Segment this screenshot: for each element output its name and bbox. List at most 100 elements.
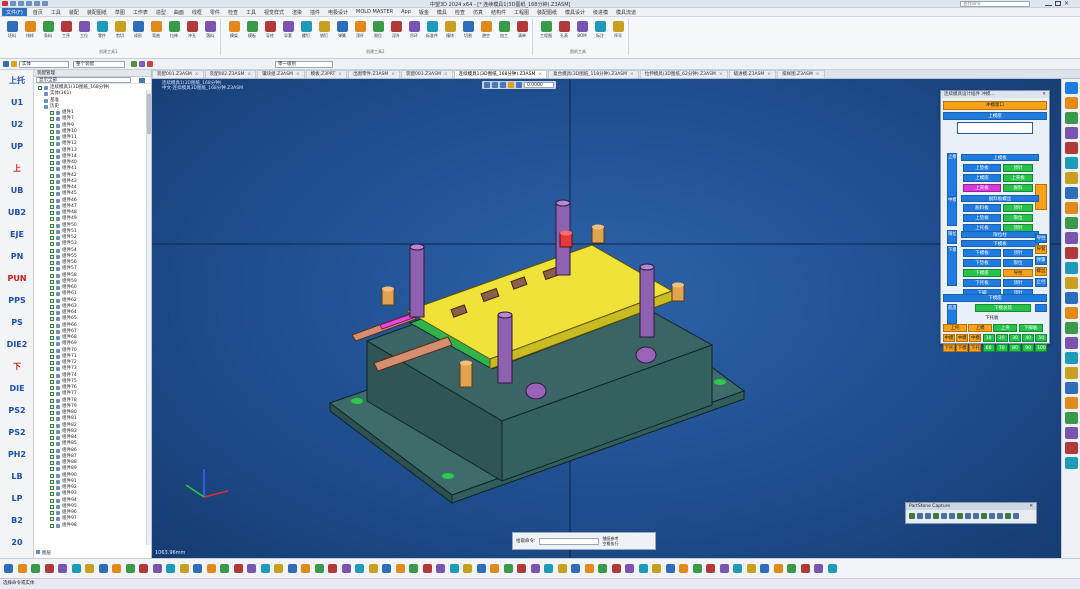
side-button[interactable]: 导套 (1035, 245, 1047, 254)
tree-footer[interactable]: 图层 (36, 550, 51, 556)
right-tool-icon[interactable] (1065, 457, 1078, 469)
capture-tool-icon[interactable] (933, 513, 939, 519)
visibility-checkbox[interactable] (50, 186, 54, 191)
bottom-tool-icon[interactable] (17, 564, 27, 573)
pick-icon[interactable] (131, 61, 137, 67)
menu-item-8[interactable]: 曲面 (174, 9, 184, 16)
middle-row-button[interactable]: 脱料板螺丝 (961, 195, 1039, 202)
visibility-checkbox[interactable] (50, 504, 54, 509)
grid-button[interactable]: 下托 (969, 344, 982, 352)
mold-shortcut-2[interactable]: U2 (2, 116, 32, 133)
bottom-tool-icon[interactable] (800, 564, 810, 573)
visibility-checkbox[interactable] (50, 229, 54, 234)
visibility-checkbox[interactable] (50, 261, 54, 266)
visibility-checkbox[interactable] (50, 354, 54, 359)
visibility-checkbox[interactable] (50, 448, 54, 453)
visibility-checkbox[interactable] (50, 236, 54, 241)
capture-tool-icon[interactable] (957, 513, 963, 519)
document-tab-4[interactable]: 出图零件.Z3ASM × (348, 70, 401, 78)
bottom-tool-icon[interactable] (274, 564, 283, 573)
guide-post[interactable] (497, 311, 513, 384)
ribbon-button-0-6[interactable]: 剪切 (112, 21, 128, 39)
lower-base-button[interactable]: 下模座 (943, 294, 1047, 302)
ribbon-button-1-16[interactable]: 清单 (514, 21, 530, 39)
upper-button[interactable]: 顶针 (1003, 164, 1033, 172)
ribbon-button-0-4[interactable]: 工位 (76, 21, 92, 39)
ribbon-button-2-1[interactable]: 孔表 (556, 21, 572, 39)
menu-item-26[interactable]: 模具设计 (565, 9, 585, 16)
side-button[interactable]: 螺丝 (1035, 267, 1047, 276)
open-file-icon[interactable] (18, 1, 24, 6)
bottom-tool-icon[interactable] (638, 564, 648, 573)
visibility-checkbox[interactable] (50, 511, 54, 516)
bottom-tool-icon[interactable] (706, 564, 715, 573)
3d-viewport[interactable]: 连续模具1(3D图纸_168分钟) 中文-连续模具3D图纸_168分钟.Z3AS… (152, 79, 1061, 558)
capture-tool-icon[interactable] (965, 513, 971, 519)
tree-filter-icon[interactable] (139, 77, 145, 83)
ribbon-button-1-4[interactable]: 螺钉 (298, 21, 314, 39)
tab-close-icon[interactable]: × (444, 72, 448, 77)
bottom-tool-icon[interactable] (773, 564, 783, 573)
lower-button[interactable]: 下垫板 (963, 259, 1001, 267)
grid-button[interactable]: 下脚板 (1018, 324, 1043, 332)
bottom-tool-icon[interactable] (517, 564, 526, 573)
visibility-checkbox[interactable] (50, 304, 54, 309)
visibility-checkbox[interactable] (50, 517, 54, 522)
bottom-tool-icon[interactable] (71, 564, 81, 573)
mold-shortcut-3[interactable]: UP (2, 138, 32, 155)
mold-shortcut-18[interactable]: LB (2, 468, 32, 485)
ribbon-button-1-10[interactable]: 吊环 (406, 21, 422, 39)
bottom-tool-icon[interactable] (422, 564, 432, 573)
stop-block[interactable] (381, 286, 395, 306)
menu-item-27[interactable]: 级进模 (593, 9, 608, 16)
menu-item-10[interactable]: 零件 (210, 9, 220, 16)
right-tool-icon[interactable] (1065, 97, 1078, 109)
base-side-button[interactable] (1035, 304, 1047, 312)
mold-shortcut-12[interactable]: DIE2 (2, 336, 32, 353)
bottom-tool-icon[interactable] (652, 564, 661, 573)
visibility-checkbox[interactable] (50, 386, 54, 391)
menu-item-3[interactable]: 装配 (69, 9, 79, 16)
bottom-tool-icon[interactable] (260, 564, 270, 573)
grid-button[interactable]: 30 (1009, 334, 1021, 342)
visibility-checkbox[interactable] (50, 442, 54, 447)
bottom-tool-icon[interactable] (760, 564, 769, 573)
layer-select[interactable]: 零一级别 (275, 60, 333, 68)
grid-button[interactable]: 40 (1022, 334, 1035, 342)
document-tab-1[interactable]: 装配002.Z3ASM × (204, 70, 257, 78)
visibility-checkbox[interactable] (50, 179, 54, 184)
highlighted-pin[interactable] (559, 230, 573, 248)
stop-block[interactable] (459, 360, 473, 388)
lower-button[interactable]: 顶针 (1003, 249, 1033, 257)
visibility-checkbox[interactable] (50, 486, 54, 491)
visibility-checkbox[interactable] (50, 329, 54, 334)
document-tab-3[interactable]: 模板.Z3PRT × (305, 70, 348, 78)
menu-item-5[interactable]: 草图 (115, 9, 125, 16)
clear-icon[interactable] (147, 61, 153, 67)
bottom-tool-icon[interactable] (827, 564, 837, 573)
stop-group-button[interactable]: 限位 (947, 230, 957, 244)
right-tool-icon[interactable] (1065, 412, 1078, 424)
middle-button[interactable]: 脱料板 (963, 204, 1001, 212)
menu-item-22[interactable]: 仿真 (473, 9, 483, 16)
bottom-tool-icon[interactable] (436, 564, 445, 573)
visibility-checkbox[interactable] (50, 436, 54, 441)
visibility-checkbox[interactable] (50, 123, 54, 128)
ribbon-button-1-5[interactable]: 销钉 (316, 21, 332, 39)
right-tool-icon[interactable] (1065, 367, 1078, 379)
document-tab-2[interactable]: 镶块组.Z3ASM × (257, 70, 305, 78)
bottom-tool-icon[interactable] (287, 564, 297, 573)
grid-button[interactable]: 70 (995, 344, 1008, 352)
document-tab-7[interactable]: 复合模具(3D图纸_118分钟).Z3ASM × (548, 70, 639, 78)
ribbon-button-2-0[interactable]: 工程图 (538, 21, 554, 39)
mold-shortcut-10[interactable]: PPS (2, 292, 32, 309)
stop-row-button[interactable]: 限位柱 (961, 231, 1039, 238)
visibility-checkbox[interactable] (50, 136, 54, 141)
lower-button[interactable]: 顶针 (1003, 279, 1033, 287)
capture-tool-icon[interactable] (997, 513, 1003, 519)
tab-close-icon[interactable]: × (391, 72, 395, 77)
mold-shortcut-4[interactable]: 上 (2, 160, 32, 177)
guide-post[interactable] (639, 263, 655, 338)
document-tab-10[interactable]: 排样图.Z3ASM × (777, 70, 825, 78)
right-tool-icon[interactable] (1065, 247, 1078, 259)
